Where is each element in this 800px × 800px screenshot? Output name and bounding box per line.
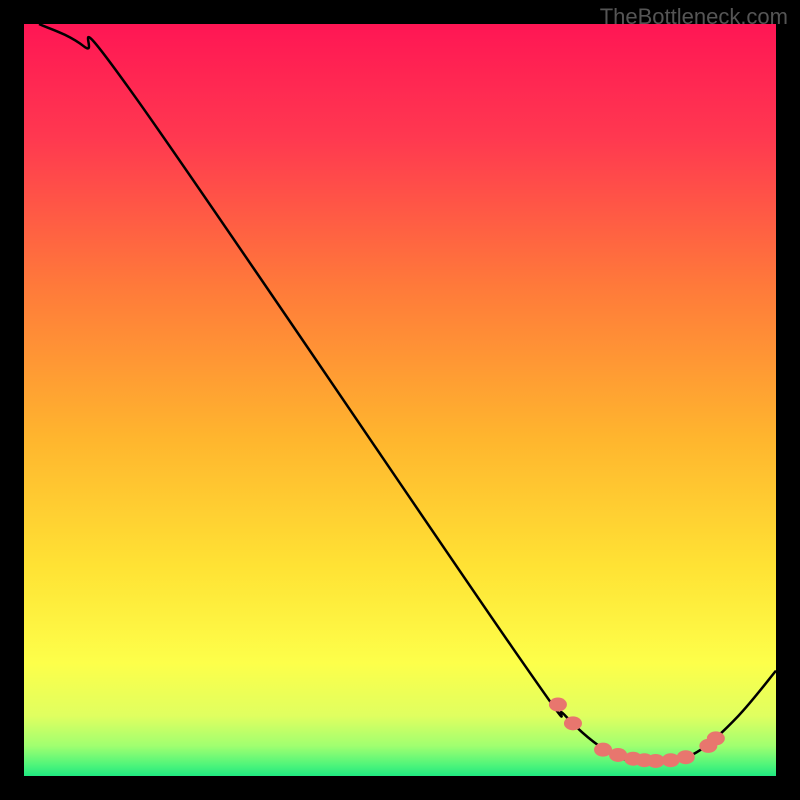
watermark-text: TheBottleneck.com <box>600 4 788 30</box>
chart-plot-area <box>24 24 776 776</box>
gradient-background <box>24 24 776 776</box>
